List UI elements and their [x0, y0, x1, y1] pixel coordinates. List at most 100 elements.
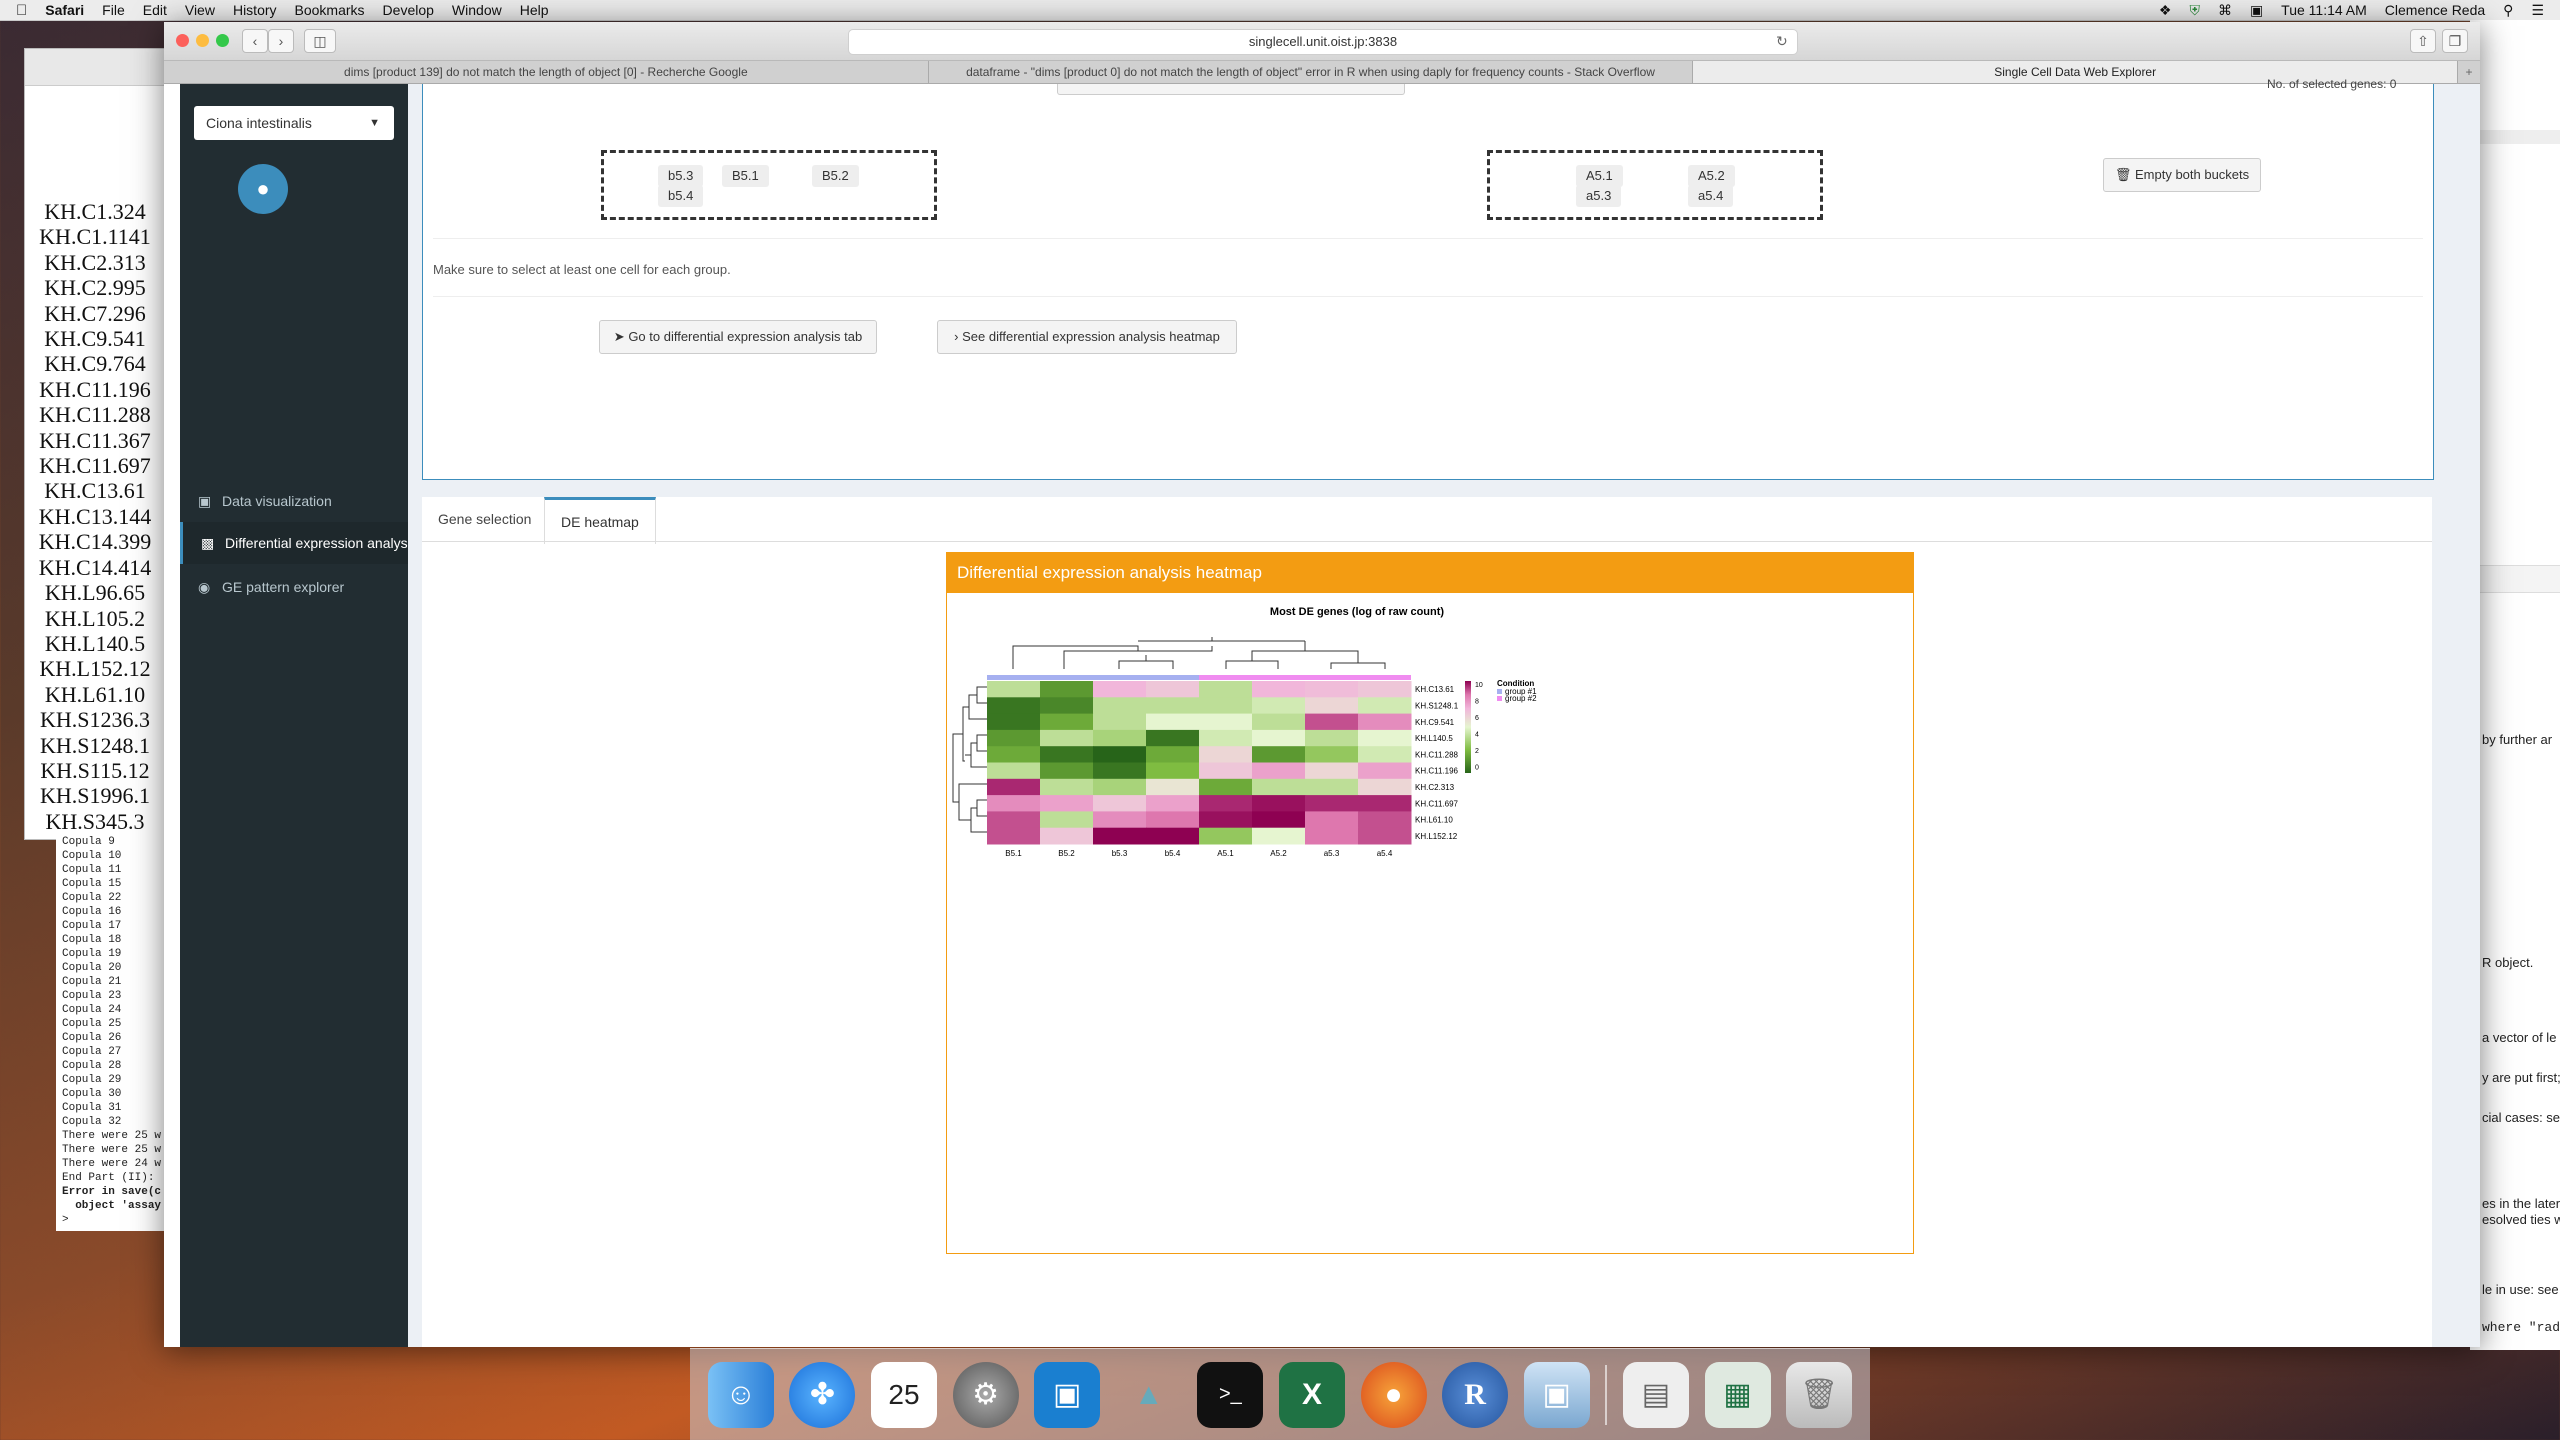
browser-tab[interactable]: dims [product 139] do not match the leng… — [164, 61, 929, 83]
tab-de-heatmap[interactable]: DE heatmap — [544, 497, 656, 544]
heatmap-cell — [987, 746, 1041, 763]
heatmap-cell — [1305, 827, 1359, 845]
console-line: Copula 23 — [62, 990, 122, 1002]
user-name[interactable]: Clemence Reda — [2385, 2, 2485, 18]
nav-differential-expression[interactable]: ▩ Differential expression analysis — [180, 522, 418, 564]
prism-icon[interactable]: ▲ — [1116, 1362, 1182, 1428]
genelist-item: KH.C1.324 — [44, 199, 146, 224]
close-window-icon[interactable] — [176, 34, 189, 47]
nav-ge-pattern-explorer[interactable]: ◉ GE pattern explorer — [180, 566, 408, 608]
notification-icon[interactable]: ☰ — [2531, 2, 2544, 19]
cell-chip[interactable]: B5.2 — [812, 165, 859, 187]
empty-buckets-button[interactable]: 🗑 Empty both buckets — [2103, 158, 2261, 192]
condition-cell — [987, 675, 1040, 680]
help-text-fragment: a vector of le — [2482, 1030, 2557, 1045]
address-bar[interactable]: singlecell.unit.oist.jp:3838 — [848, 29, 1798, 55]
genelist-item: KH.C2.995 — [44, 275, 146, 301]
menu-file[interactable]: File — [102, 2, 125, 18]
safari-icon[interactable]: ✤ — [789, 1361, 856, 1428]
menu-view[interactable]: View — [185, 2, 215, 18]
tab-overview-icon[interactable]: ❐ — [2442, 29, 2468, 53]
genelist-item: KH.L96.65 — [44, 580, 146, 606]
cell-chip[interactable]: A5.1 — [1576, 165, 1623, 187]
nav-data-visualization[interactable]: ▣ Data visualization — [180, 480, 408, 522]
firefox-icon[interactable]: ● — [1360, 1361, 1427, 1428]
terminal-icon[interactable]: >_ — [1197, 1361, 1264, 1428]
minimize-window-icon[interactable] — [196, 34, 209, 47]
selected-genes-count: No. of selected genes: 0 — [2267, 77, 2397, 91]
new-tab-icon[interactable]: + — [2458, 61, 2480, 83]
trash-icon[interactable]: 🗑 — [1786, 1361, 1853, 1428]
goto-de-tab-button[interactable]: ➤ Go to differential expression analysis… — [599, 320, 877, 354]
menu-edit[interactable]: Edit — [143, 2, 167, 18]
excel-icon[interactable]: X — [1278, 1361, 1345, 1428]
documents-stack-icon[interactable]: ▤ — [1622, 1361, 1689, 1428]
heatmap-cell — [1199, 746, 1253, 763]
preview-icon[interactable]: ▣ — [1523, 1361, 1590, 1428]
heatmap-cell — [1146, 697, 1200, 715]
heatmap-cell — [1252, 729, 1306, 747]
menu-develop[interactable]: Develop — [383, 2, 434, 18]
clock[interactable]: Tue 11:14 AM — [2281, 2, 2367, 18]
cell-chip[interactable]: a5.3 — [1576, 185, 1622, 207]
heatmap-cell — [987, 827, 1041, 845]
finder-icon[interactable]: ☺ — [707, 1361, 774, 1428]
menu-help[interactable]: Help — [520, 2, 549, 18]
apple-icon[interactable]:  — [16, 2, 27, 19]
console-line: End Part (II): — [62, 1172, 155, 1184]
cell-chip[interactable]: a5.4 — [1688, 185, 1734, 207]
back-icon[interactable]: ‹ — [242, 29, 268, 53]
species-select[interactable]: Ciona intestinalis ▼ — [194, 106, 394, 140]
genelist-item: KH.S1248.1 — [39, 732, 150, 758]
cell-chip[interactable]: b5.3 — [658, 165, 704, 187]
cell-chip[interactable]: b5.4 — [658, 185, 704, 207]
calendar-icon[interactable]: 25 — [870, 1361, 937, 1428]
row-label: KH.C9.541 — [1415, 718, 1455, 727]
group2-bucket[interactable]: A5.1 A5.2 a5.3 a5.4 — [1487, 150, 1823, 220]
goto-de-tab-label: Go to differential expression analysis t… — [628, 329, 863, 344]
system-preferences-icon[interactable]: ⚙ — [952, 1361, 1019, 1428]
heatmap-cell — [1146, 713, 1200, 731]
heatmap-cell — [1358, 778, 1412, 796]
zoom-window-icon[interactable] — [216, 34, 229, 47]
menu-history[interactable]: History — [233, 2, 277, 18]
screen-sharing-icon[interactable]: ▣ — [1034, 1361, 1101, 1428]
help-text-fragment: esolved ties w — [2482, 1212, 2560, 1227]
menu-bookmarks[interactable]: Bookmarks — [295, 2, 365, 18]
cell-chip[interactable]: A5.2 — [1688, 165, 1735, 187]
sidebar-toggle-icon[interactable]: ◫ — [304, 29, 336, 53]
reload-icon[interactable]: ↻ — [1776, 33, 1788, 50]
cell-chip[interactable]: B5.1 — [722, 165, 769, 187]
previous-button-edge[interactable] — [1057, 84, 1405, 95]
menu-window[interactable]: Window — [452, 2, 502, 18]
r-app-icon[interactable]: R — [1442, 1361, 1509, 1428]
see-heatmap-button[interactable]: › See differential expression analysis h… — [937, 320, 1237, 354]
help-text-fragment: by further ar — [2482, 732, 2553, 747]
heatmap-cell — [1358, 746, 1412, 763]
dropbox-icon[interactable]: ❖ — [2159, 2, 2172, 19]
heatmap-cell — [1146, 681, 1200, 698]
heatmap-cells — [987, 681, 1412, 845]
browser-tab[interactable]: dataframe - "dims [product 0] do not mat… — [929, 61, 1694, 83]
console-line: There were 25 w — [62, 1130, 162, 1142]
r-console[interactable]: Copula 9 Copula 10 Copula 11 Copula 15 Copul… — [56, 835, 164, 1231]
group1-bucket[interactable]: b5.3 B5.1 B5.2 b5.4 — [601, 150, 937, 220]
app-content: No. of selected genes: 0 b5.3 B5.1 B5.2 … — [408, 77, 2480, 1347]
heatmap-cell — [1040, 729, 1094, 747]
display-icon[interactable]: ▣ — [2250, 2, 2263, 19]
share-icon[interactable]: ⇧ — [2410, 29, 2436, 53]
column-label: A5.2 — [1270, 849, 1287, 858]
condition-cell — [1358, 675, 1411, 680]
tab-gene-selection[interactable]: Gene selection — [422, 497, 547, 541]
chat-icon[interactable]: ● — [238, 164, 288, 214]
heatmap-cell — [987, 697, 1041, 715]
wifi-icon[interactable]: ⌘ — [2218, 2, 2232, 19]
spotlight-icon[interactable]: ⚲ — [2503, 2, 2513, 19]
divider — [433, 296, 2423, 297]
spreadsheet-file-icon[interactable]: ▦ — [1704, 1361, 1771, 1428]
menu-app-name[interactable]: Safari — [45, 2, 84, 18]
shield-icon[interactable]: ⛨ — [2189, 2, 2200, 19]
heatmap-cell — [1093, 746, 1147, 763]
heatmap-cell — [1358, 762, 1412, 780]
forward-icon[interactable]: › — [268, 29, 294, 53]
